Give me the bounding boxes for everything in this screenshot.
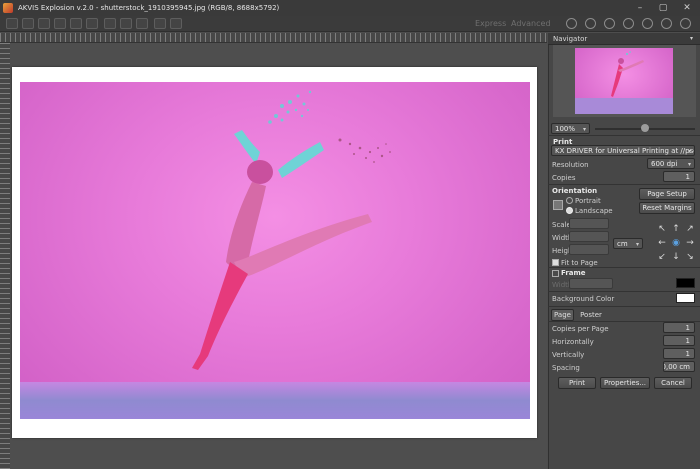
chevron-down-icon: ▾ bbox=[687, 148, 691, 155]
window-title: AKVIS Explosion v.2.0 - shutterstock_191… bbox=[18, 4, 280, 12]
landscape-label: Landscape bbox=[575, 207, 613, 215]
copies-per-page-field[interactable]: 1 bbox=[663, 322, 695, 333]
horizontally-label: Horizontally bbox=[552, 338, 594, 346]
open-preset-icon[interactable] bbox=[38, 18, 50, 29]
redo-icon[interactable] bbox=[136, 18, 148, 29]
toolbar: Express Advanced bbox=[0, 16, 700, 32]
copies-per-page-label: Copies per Page bbox=[552, 325, 609, 333]
landscape-radio[interactable] bbox=[566, 207, 573, 214]
background-color-swatch[interactable] bbox=[676, 293, 695, 303]
fit-to-page-label: Fit to Page bbox=[561, 259, 598, 267]
horizontally-field[interactable]: 1 bbox=[663, 335, 695, 346]
align-top-right-icon[interactable]: ↗ bbox=[685, 224, 695, 234]
apply-icon[interactable] bbox=[170, 18, 182, 29]
cancel-button[interactable]: Cancel bbox=[654, 377, 692, 389]
portrait-label: Portrait bbox=[575, 197, 601, 205]
resolution-label: Resolution bbox=[552, 161, 589, 169]
fit-to-page-checkbox[interactable] bbox=[552, 259, 559, 266]
scale-field[interactable] bbox=[569, 218, 609, 229]
frame-label: Frame bbox=[561, 269, 586, 277]
copies-field[interactable]: 1 bbox=[663, 171, 695, 182]
open-image-icon[interactable] bbox=[6, 18, 18, 29]
align-right-icon[interactable]: → bbox=[685, 238, 695, 248]
chevron-down-icon: ▾ bbox=[582, 126, 586, 133]
minimize-button[interactable]: – bbox=[629, 0, 651, 16]
info-icon[interactable] bbox=[585, 18, 596, 29]
frame-width-field[interactable] bbox=[569, 278, 613, 289]
divider bbox=[548, 267, 700, 268]
messages-icon[interactable] bbox=[642, 18, 653, 29]
navigator-dancer bbox=[575, 51, 673, 114]
resolution-select[interactable]: 600 dpi ▾ bbox=[647, 158, 695, 169]
dancer-photo bbox=[20, 82, 530, 419]
collapse-icon[interactable]: ▾ bbox=[690, 35, 693, 42]
app-logo-icon bbox=[3, 3, 13, 13]
vertically-field[interactable]: 1 bbox=[663, 348, 695, 359]
align-bottom-right-icon[interactable]: ↘ bbox=[685, 252, 695, 262]
orientation-label: Orientation bbox=[552, 187, 598, 195]
divider bbox=[548, 291, 700, 292]
batch-icon[interactable] bbox=[104, 18, 116, 29]
zoom-select[interactable]: 100% ▾ bbox=[551, 123, 590, 134]
divider bbox=[548, 135, 700, 136]
unit-select[interactable]: cm ▾ bbox=[613, 238, 643, 249]
portrait-radio[interactable] bbox=[566, 197, 573, 204]
align-left-icon[interactable]: ← bbox=[657, 238, 667, 248]
navigator-thumbnail[interactable] bbox=[575, 48, 673, 114]
ruler-top bbox=[0, 33, 547, 43]
height-field[interactable] bbox=[569, 244, 609, 255]
chevron-down-icon: ▾ bbox=[635, 241, 639, 248]
mode-express[interactable]: Express bbox=[475, 19, 506, 28]
navigator-title: Navigator bbox=[553, 35, 588, 43]
spacing-field[interactable]: 0,00 cm bbox=[663, 361, 695, 372]
title-bar: AKVIS Explosion v.2.0 - shutterstock_191… bbox=[0, 0, 700, 16]
ruler-left bbox=[0, 43, 10, 469]
zoom-slider-handle[interactable] bbox=[641, 124, 649, 132]
print-button[interactable]: Print bbox=[558, 377, 596, 389]
tab-poster[interactable]: Poster bbox=[578, 309, 604, 321]
close-button[interactable]: ✕ bbox=[676, 0, 698, 16]
printer-select[interactable]: KX DRIVER for Universal Printing at //ps… bbox=[551, 145, 695, 156]
settings-icon[interactable] bbox=[661, 18, 672, 29]
save-image-icon[interactable] bbox=[22, 18, 34, 29]
align-center-icon[interactable]: ◉ bbox=[671, 238, 681, 248]
page-setup-button[interactable]: Page Setup bbox=[639, 188, 695, 200]
divider bbox=[548, 306, 700, 307]
properties-button[interactable]: Properties... bbox=[600, 377, 650, 389]
run-icon[interactable] bbox=[154, 18, 166, 29]
print-icon[interactable] bbox=[54, 18, 66, 29]
align-top-left-icon[interactable]: ↖ bbox=[657, 224, 667, 234]
align-bottom-left-icon[interactable]: ↙ bbox=[657, 252, 667, 262]
frame-checkbox[interactable] bbox=[552, 270, 559, 277]
align-bottom-icon[interactable]: ↓ bbox=[671, 252, 681, 262]
divider bbox=[548, 184, 700, 185]
align-top-icon[interactable]: ↑ bbox=[671, 224, 681, 234]
canvas-icon[interactable] bbox=[86, 18, 98, 29]
undo-icon[interactable] bbox=[120, 18, 132, 29]
tab-page[interactable]: Page bbox=[551, 309, 574, 321]
maximize-button[interactable]: ▢ bbox=[652, 0, 674, 16]
reset-margins-button[interactable]: Reset Margins bbox=[639, 202, 695, 214]
copies-label: Copies bbox=[552, 174, 576, 182]
page-orientation-icon bbox=[553, 200, 563, 210]
width-field[interactable] bbox=[569, 231, 609, 242]
vertically-label: Vertically bbox=[552, 351, 585, 359]
gear-alt-icon[interactable] bbox=[680, 18, 691, 29]
dancer-figure bbox=[192, 90, 391, 370]
help-icon[interactable] bbox=[604, 18, 615, 29]
spacing-label: Spacing bbox=[552, 364, 580, 372]
preferences-icon[interactable] bbox=[566, 18, 577, 29]
mode-advanced[interactable]: Advanced bbox=[511, 19, 551, 28]
chevron-down-icon: ▾ bbox=[687, 161, 691, 168]
gear-icon[interactable] bbox=[623, 18, 634, 29]
frame-color-swatch[interactable] bbox=[676, 278, 695, 288]
background-color-label: Background Color bbox=[552, 295, 615, 303]
share-icon[interactable] bbox=[70, 18, 82, 29]
